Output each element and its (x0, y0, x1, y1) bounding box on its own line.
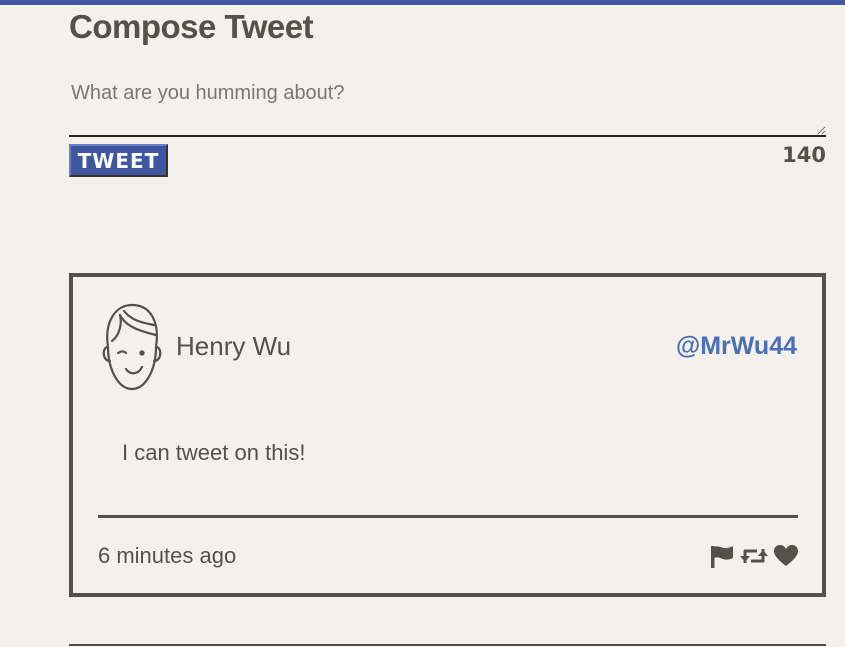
divider (98, 515, 798, 518)
tweet-text: I can tweet on this! (122, 440, 306, 465)
tweet-button[interactable]: TWEET (69, 144, 168, 177)
compose-title: Compose Tweet (69, 8, 314, 45)
avatar (102, 303, 162, 391)
retweet-icon[interactable] (739, 543, 769, 569)
compose-textarea[interactable] (69, 74, 826, 137)
char-counter: 140 (782, 143, 826, 167)
heart-icon[interactable] (773, 543, 799, 569)
tweet-card: Henry Wu @MrWu44 I can tweet on this! 6 … (69, 273, 826, 597)
author-handle[interactable]: @MrWu44 (676, 332, 797, 361)
flag-icon[interactable] (709, 543, 735, 569)
tweet-actions (709, 543, 799, 569)
timestamp: 6 minutes ago (98, 543, 237, 568)
feed-divider (69, 644, 826, 646)
author-name: Henry Wu (176, 331, 292, 361)
top-accent-bar (0, 0, 845, 5)
